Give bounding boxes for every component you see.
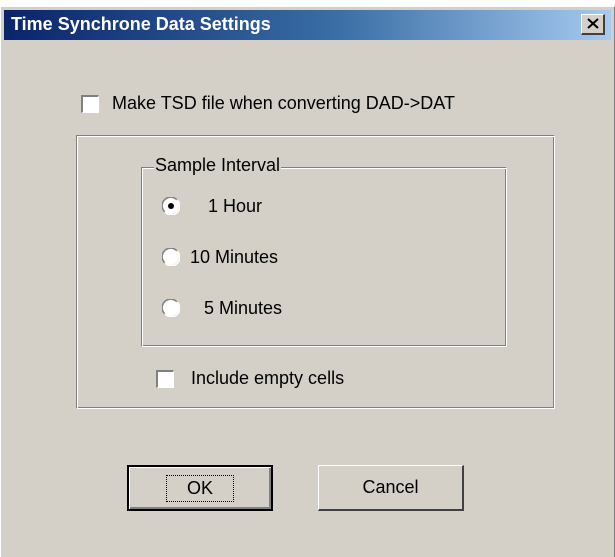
make-tsd-label: Make TSD file when converting DAD->DAT xyxy=(112,93,455,113)
radio-5-minutes-label: 5 Minutes xyxy=(204,298,283,318)
cancel-button-label: Cancel xyxy=(362,477,419,497)
radio-10-minutes-label: 10 Minutes xyxy=(190,247,279,267)
radio-1-hour-label: 1 Hour xyxy=(208,196,263,216)
dialog-window: Time Synchrone Data Settings Make TSD fi… xyxy=(0,6,615,557)
radio-5-minutes[interactable] xyxy=(161,298,181,318)
make-tsd-checkbox[interactable] xyxy=(81,95,99,113)
radio-1-hour[interactable] xyxy=(161,196,181,216)
ok-button-label: OK xyxy=(165,474,234,502)
window-title: Time Synchrone Data Settings xyxy=(11,14,271,34)
radio-unselected-icon xyxy=(161,298,181,318)
sample-interval-legend: Sample Interval xyxy=(154,155,282,176)
ok-button[interactable]: OK xyxy=(127,465,273,511)
cancel-button[interactable]: Cancel xyxy=(318,465,464,511)
include-empty-cells-label: Include empty cells xyxy=(191,368,345,388)
include-empty-cells-checkbox[interactable] xyxy=(156,370,174,388)
radio-selected-icon xyxy=(161,196,181,216)
radio-10-minutes[interactable] xyxy=(161,247,181,267)
close-icon xyxy=(587,18,599,29)
title-bar: Time Synchrone Data Settings xyxy=(4,10,611,40)
radio-unselected-icon xyxy=(161,247,181,267)
close-button[interactable] xyxy=(581,14,605,35)
